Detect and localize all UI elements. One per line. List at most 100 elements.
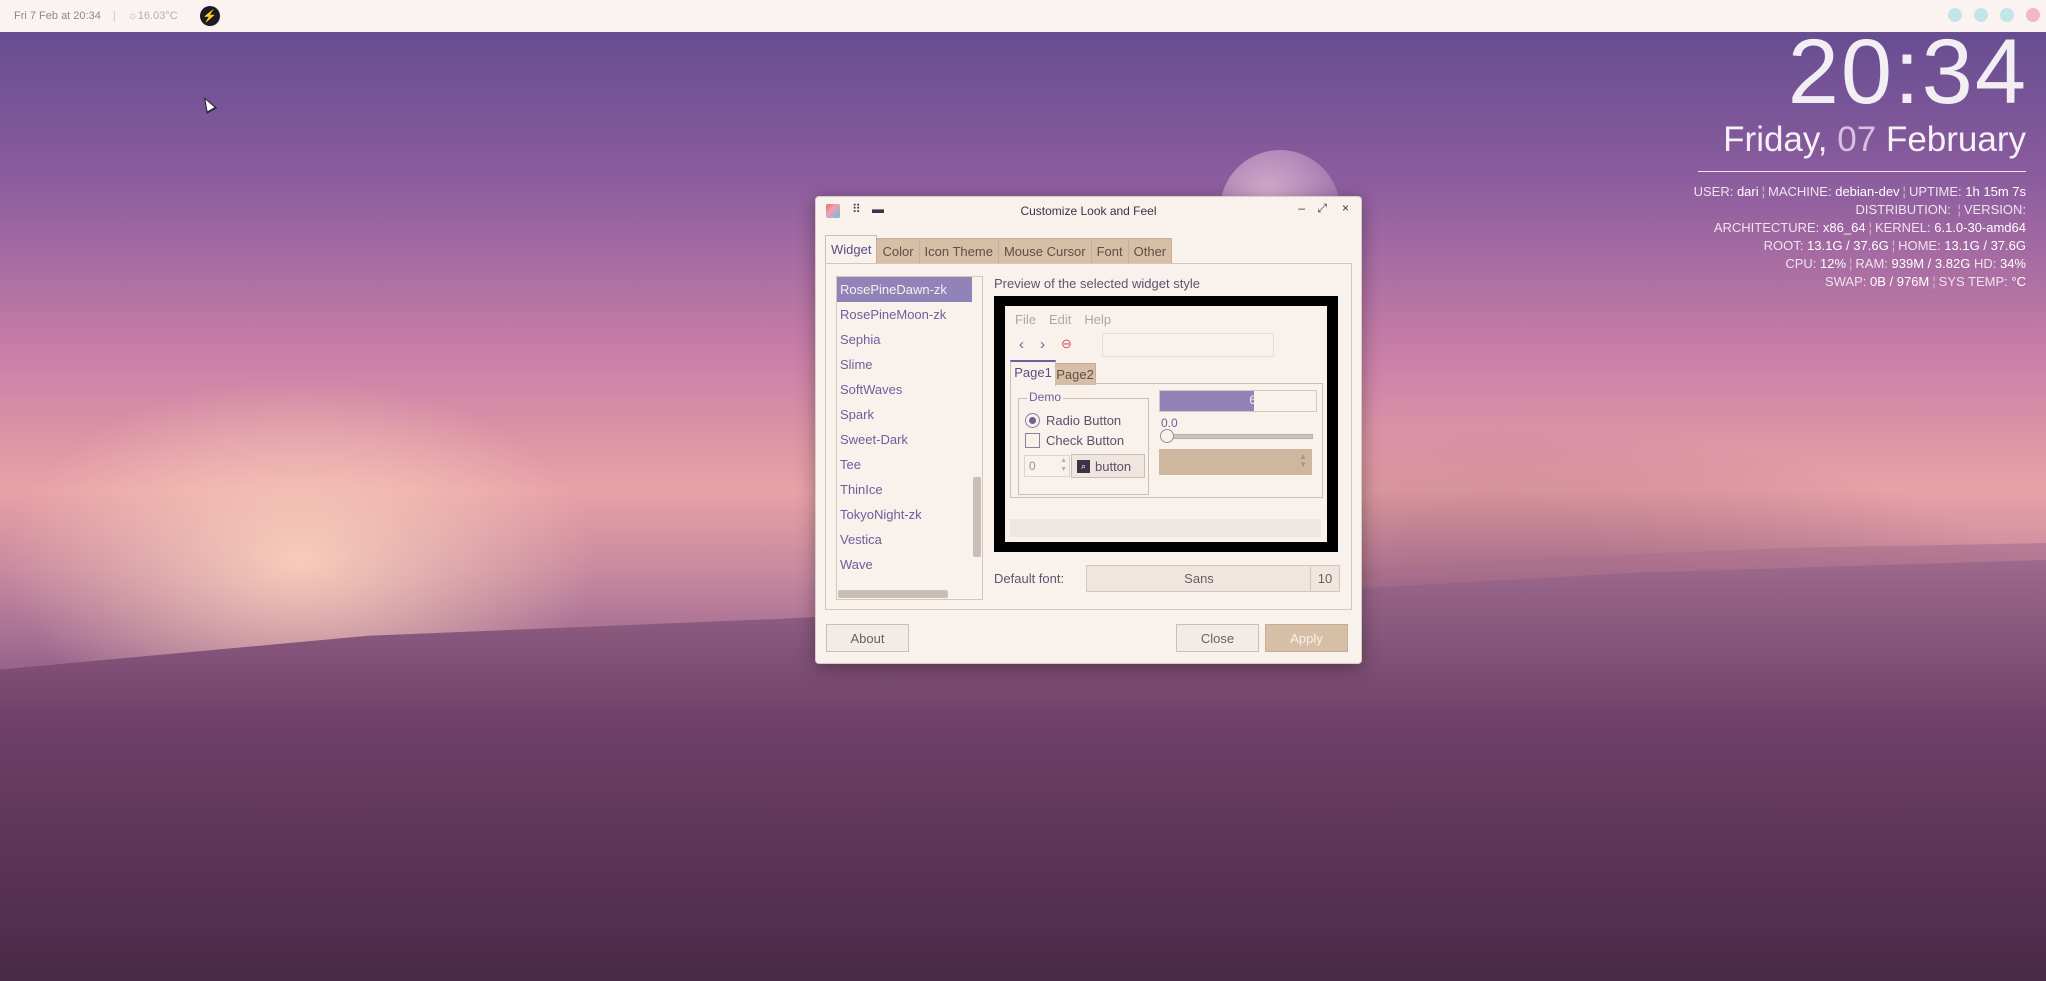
arch-label: ARCHITECTURE: [1713,220,1820,235]
preview-menu-file[interactable]: File [1015,312,1036,327]
apply-button[interactable]: Apply [1265,624,1348,652]
conky-month: February [1885,120,2026,159]
sysinfo-sep: ¦ [1957,202,1961,217]
list-item[interactable]: ThinIce [837,477,972,502]
about-button[interactable]: About [826,624,909,652]
home-label: HOME: [1898,238,1941,253]
list-item[interactable]: TokyoNight-zk [837,502,972,527]
hd-label: HD: [1973,256,1997,271]
preview-tab-panel: Demo Radio Button Check Button 0 ▲ ▼ ⌕ b… [1010,383,1323,498]
systemp-value: °C [2011,274,2026,289]
power-icon[interactable]: ⚡ [199,6,220,26]
widget-preview: File Edit Help ‹ › ⊖ Page1 Page2 Demo Ra… [994,296,1338,552]
conky-date: Friday, 07 February [1723,120,2026,160]
tab-mouse-cursor[interactable]: Mouse Cursor [997,238,1092,263]
minimize-icon[interactable]: – [1298,201,1305,215]
check-button[interactable]: Check Button [1025,433,1124,448]
preview-tab-page2[interactable]: Page2 [1054,363,1096,385]
preview-tab-page1[interactable]: Page1 [1010,360,1056,386]
preview-button-label: button [1095,458,1132,474]
tab-widget[interactable]: Widget [825,235,878,263]
cpu-value: 12% [1820,256,1847,271]
sysinfo-row: ROOT: 13.1G / 37.6G ¦ HOME: 13.1G / 37.6G [1694,237,2026,255]
demo-frame-label: Demo [1027,390,1064,404]
list-item[interactable]: RosePineMoon-zk [837,302,972,327]
list-item[interactable]: Spark [837,402,972,427]
radio-button[interactable]: Radio Button [1025,413,1121,428]
list-item[interactable]: Wave [837,552,972,577]
list-item[interactable]: SoftWaves [837,377,972,402]
close-button[interactable]: Close [1176,624,1259,652]
panel-weather[interactable]: ☼16.03°C [128,10,178,22]
cpu-label: CPU: [1785,256,1817,271]
font-chooser-button[interactable]: Sans 10 [1086,565,1340,592]
preview-combo[interactable]: ▲ ▼ [1159,449,1312,475]
sysinfo-row: DISTRIBUTION: ¦ VERSION: [1694,201,2026,219]
search-icon: ⌕ [1077,459,1090,473]
list-vertical-scrollbar[interactable] [973,477,981,557]
list-item[interactable]: Tee [837,452,972,477]
close-icon[interactable]: × [1342,201,1349,215]
dialog-title: Customize Look and Feel [1020,204,1157,218]
check-label: Check Button [1046,433,1125,448]
slider-knob[interactable] [1160,429,1174,443]
maximize-icon[interactable]: ⤢ [1317,201,1327,216]
weather-icon: ☼ [127,10,138,22]
list-item[interactable]: Vestica [837,527,972,552]
spin-button[interactable]: 0 ▲ ▼ [1024,455,1070,477]
conky-divider [1698,171,2026,172]
uptime-label: UPTIME: [1908,184,1962,199]
tab-font[interactable]: Font [1090,238,1129,263]
preview-button[interactable]: ⌕ button [1071,454,1145,478]
list-item[interactable]: Sephia [837,327,972,352]
demo-frame: Demo Radio Button Check Button 0 ▲ ▼ ⌕ b… [1018,390,1149,495]
radio-indicator [1025,413,1040,428]
systemp-label: SYS TEMP: [1938,274,2008,289]
font-size: 10 [1310,566,1339,591]
spin-value: 0 [1029,459,1036,473]
tab-other[interactable]: Other [1127,238,1173,263]
sysinfo-row: CPU: 12% ¦ RAM: 939M / 3.82G HD: 34% [1694,255,2026,273]
preview-entry[interactable] [1102,333,1274,357]
tab-icon-theme[interactable]: Icon Theme [918,238,999,263]
panel-date[interactable]: Fri 7 Feb at 20:34 [14,10,101,22]
home-value: 13.1G / 37.6G [1944,238,2026,253]
spin-arrows-icon[interactable]: ▲ ▼ [1060,456,1067,474]
progress-text: 60 % [1249,393,1277,407]
back-icon[interactable]: ‹ [1019,336,1024,353]
list-item[interactable]: Sweet-Dark [837,427,972,452]
font-name: Sans [1184,571,1214,586]
hd-value: 34% [1999,256,2026,271]
sysinfo-sep: ¦ [1868,220,1872,235]
distro-label: DISTRIBUTION: [1855,202,1951,217]
list-horizontal-scrollbar[interactable] [838,590,948,598]
sysinfo-row: USER: dari ¦ MACHINE: debian-dev ¦ UPTIME: 1… [1694,183,2026,201]
swap-label: SWAP: [1824,274,1867,289]
preview-menu-edit[interactable]: Edit [1049,312,1071,327]
tab-color[interactable]: Color [876,238,920,263]
panel-separator: | [112,10,116,22]
version-label: VERSION: [1963,202,2026,217]
sysinfo-sep: ¦ [1902,184,1906,199]
sysinfo-sep: ¦ [1932,274,1936,289]
sysinfo-row: SWAP: 0B / 976M ¦ SYS TEMP: °C [1694,273,2026,291]
theme-list[interactable]: RosePineDawn-zk RosePineMoon-zk Sephia S… [836,276,983,600]
kernel-label: KERNEL: [1874,220,1931,235]
scale-slider[interactable] [1160,429,1313,443]
scale-value: 0.0 [1161,416,1178,430]
list-item[interactable]: Slime [837,352,972,377]
list-item[interactable]: RosePineDawn-zk [837,277,972,302]
forward-icon[interactable]: › [1040,336,1045,353]
sysinfo-sep: ¦ [1849,256,1853,271]
stop-icon[interactable]: ⊖ [1061,336,1072,353]
user-label: USER: [1693,184,1734,199]
preview-window: File Edit Help ‹ › ⊖ Page1 Page2 Demo Ra… [1005,306,1327,542]
ram-label: RAM: [1855,256,1888,271]
dialog-titlebar[interactable]: ⠿ ▬ Customize Look and Feel – ⤢ × [816,197,1361,225]
preview-menu-help[interactable]: Help [1084,312,1111,327]
conky-weekday: Friday, [1723,120,1828,159]
indicator-dot[interactable] [2026,8,2040,22]
sysinfo-sep: ¦ [1761,184,1766,199]
swap-value: 0B / 976M [1870,274,1930,289]
kernel-value: 6.1.0-30-amd64 [1934,220,2026,235]
